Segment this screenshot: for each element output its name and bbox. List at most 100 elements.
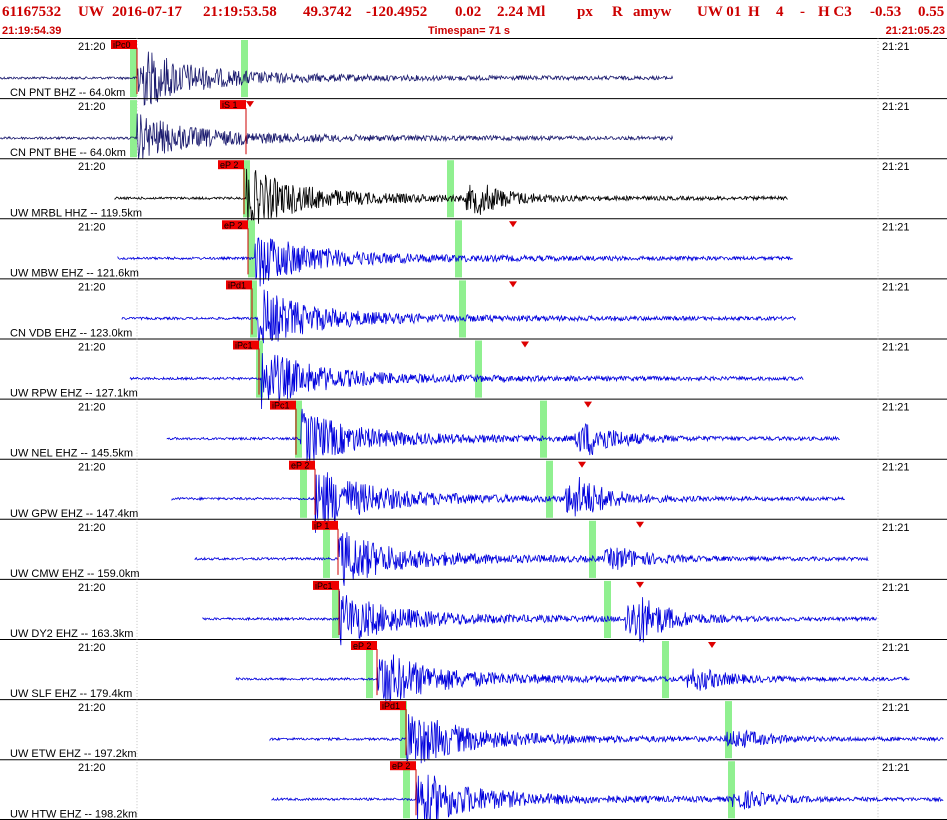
tick-right: 21:21 bbox=[882, 281, 910, 293]
station-label: CN VDB EHZ -- 123.0km bbox=[10, 328, 132, 340]
phase-marker bbox=[521, 341, 529, 348]
station-label: UW MBW EHZ -- 121.6km bbox=[10, 267, 139, 279]
tick-left: 21:20 bbox=[78, 762, 106, 774]
tick-right: 21:21 bbox=[882, 101, 910, 113]
phase-marker bbox=[708, 642, 716, 648]
tick-left: 21:20 bbox=[78, 281, 106, 293]
station-label: UW ETW EHZ -- 197.2km bbox=[10, 748, 137, 760]
tick-left: 21:20 bbox=[78, 702, 106, 714]
pick-label: eP 2 bbox=[220, 160, 238, 170]
tick-right: 21:21 bbox=[882, 342, 910, 354]
pick-label: eP 2 bbox=[224, 220, 242, 230]
event-magnitude: 2.24 Ml bbox=[497, 4, 546, 20]
tick-left: 21:20 bbox=[78, 101, 106, 113]
arrival-bar bbox=[241, 40, 248, 98]
phase-marker bbox=[246, 101, 254, 108]
tick-right: 21:21 bbox=[882, 161, 910, 173]
tick-left: 21:20 bbox=[78, 41, 106, 53]
tick-left: 21:20 bbox=[78, 642, 106, 654]
pick-label: iPc1 bbox=[235, 341, 253, 351]
event-network: UW bbox=[78, 4, 104, 20]
pick-label: iS 1 bbox=[222, 100, 238, 110]
event-lat: 49.3742 bbox=[303, 4, 352, 20]
tick-right: 21:21 bbox=[882, 41, 910, 53]
station-label: UW MRBL HHZ -- 119.5km bbox=[10, 207, 142, 219]
event-class: H C3 bbox=[818, 4, 852, 20]
pick-label: iPd1 bbox=[382, 701, 400, 711]
tick-left: 21:20 bbox=[78, 522, 106, 534]
arrival-bar bbox=[725, 701, 732, 759]
event-depth: 0.02 bbox=[455, 4, 482, 20]
phase-marker bbox=[509, 281, 517, 288]
tick-left: 21:20 bbox=[78, 221, 106, 233]
tick-right: 21:21 bbox=[882, 582, 910, 594]
tick-right: 21:21 bbox=[882, 221, 910, 233]
waveform-trace bbox=[269, 714, 944, 764]
tick-right: 21:21 bbox=[882, 642, 910, 654]
arrival-bar bbox=[475, 340, 482, 398]
review-flag: R bbox=[612, 4, 623, 20]
arrival-bar bbox=[728, 761, 735, 819]
station-label: UW DY2 EHZ -- 163.3km bbox=[10, 628, 133, 640]
tick-right: 21:21 bbox=[882, 702, 910, 714]
arrival-bar bbox=[447, 160, 454, 218]
station-label: UW SLF EHZ -- 179.4km bbox=[10, 688, 132, 700]
pick-label: iPc1 bbox=[315, 581, 333, 591]
tick-left: 21:20 bbox=[78, 582, 106, 594]
phase-marker bbox=[509, 221, 517, 228]
end-time: 21:21:05.23 bbox=[885, 25, 945, 37]
start-time: 21:19:54.39 bbox=[2, 25, 62, 37]
waveform-trace bbox=[235, 654, 910, 706]
pick-label: iPc0 bbox=[113, 40, 131, 50]
waveform-trace bbox=[202, 590, 877, 646]
arrival-bar bbox=[459, 280, 466, 338]
waveform-trace bbox=[121, 289, 796, 345]
waveform-trace bbox=[171, 472, 845, 533]
pick-label: eP 2 bbox=[291, 461, 309, 471]
arrival-bar bbox=[540, 400, 547, 458]
pick-label: eP 2 bbox=[353, 641, 371, 651]
event-lon: -120.4952 bbox=[366, 4, 428, 20]
origin-date: 2016-07-17 bbox=[112, 4, 182, 20]
station-label: UW NEL EHZ -- 145.5km bbox=[10, 448, 133, 460]
event-header: 61167532 UW 2016-07-17 21:19:53.58 49.37… bbox=[0, 0, 947, 24]
quality-h: H bbox=[748, 4, 760, 20]
waveform-trace bbox=[194, 532, 869, 586]
station-label: UW HTW EHZ -- 198.2km bbox=[10, 808, 137, 820]
station-label: CN PNT BHZ -- 64.0km bbox=[10, 87, 125, 99]
waveform-trace bbox=[271, 774, 944, 820]
pick-label: eP 2 bbox=[392, 761, 410, 771]
tick-right: 21:21 bbox=[882, 402, 910, 414]
tick-right: 21:21 bbox=[882, 462, 910, 474]
arrival-bar bbox=[130, 100, 137, 158]
tick-left: 21:20 bbox=[78, 462, 106, 474]
arrival-bar bbox=[546, 460, 553, 518]
phase-marker bbox=[636, 581, 644, 588]
waveform-trace bbox=[129, 353, 804, 410]
station-label: UW RPW EHZ -- 127.1km bbox=[10, 388, 138, 400]
arrival-bar bbox=[662, 641, 669, 699]
phase-marker bbox=[584, 401, 592, 408]
arrival-bar bbox=[604, 580, 611, 638]
timespan: Timespan= 71 s bbox=[428, 25, 511, 37]
event-id: 61167532 bbox=[2, 4, 62, 20]
phase-marker bbox=[578, 461, 586, 468]
seismogram-panel[interactable]: iPc0 21:20 21:21 CN PNT BHZ -- 64.0km iS 1 21… bbox=[0, 38, 947, 820]
phase-count: 4 bbox=[776, 4, 784, 20]
station-label: UW GPW EHZ -- 147.4km bbox=[10, 508, 138, 520]
station-label: UW CMW EHZ -- 159.0km bbox=[10, 568, 140, 580]
tick-right: 21:21 bbox=[882, 762, 910, 774]
tick-right: 21:21 bbox=[882, 522, 910, 534]
phase-marker bbox=[636, 521, 644, 528]
header-dash: - bbox=[800, 4, 805, 20]
mag-flags: px bbox=[577, 4, 593, 20]
pick-label: iPc1 bbox=[272, 401, 290, 411]
waveform-trace bbox=[166, 408, 840, 463]
tick-left: 21:20 bbox=[78, 161, 106, 173]
tick-left: 21:20 bbox=[78, 342, 106, 354]
arrival-bar bbox=[589, 520, 596, 578]
pick-label: iPd1 bbox=[228, 280, 246, 290]
origin-time: 21:19:53.58 bbox=[203, 4, 277, 20]
station-label: CN PNT BHE -- 64.0km bbox=[10, 147, 126, 159]
pick-label: iP 1 bbox=[314, 521, 329, 531]
